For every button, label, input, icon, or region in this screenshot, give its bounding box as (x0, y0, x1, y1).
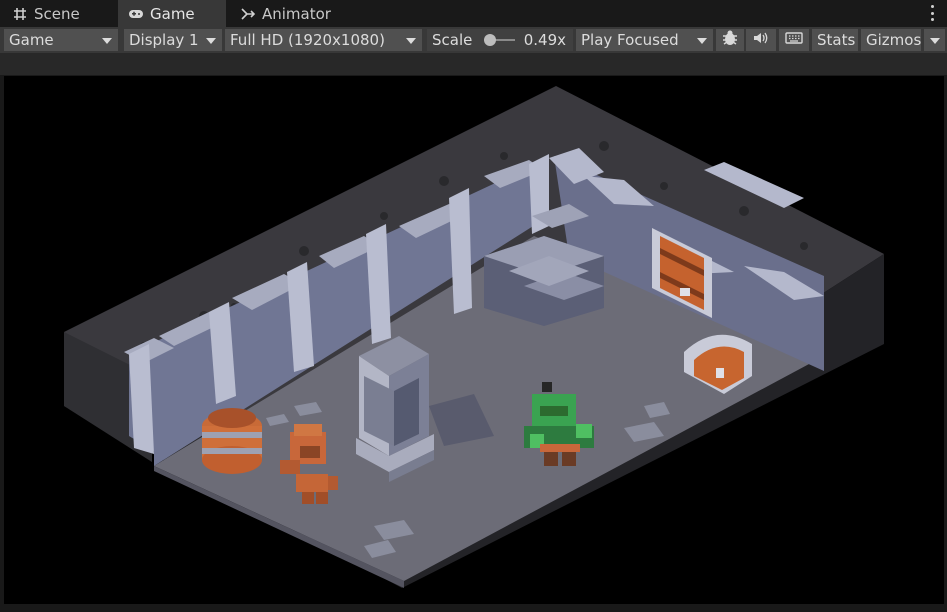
tab-animator-label: Animator (262, 4, 331, 23)
animator-icon (240, 6, 256, 22)
game-view-toolbar: Game Display 1 Full HD (1920x1080) Scale… (0, 27, 947, 53)
shortcuts-toggle[interactable] (779, 29, 809, 51)
scale-slider-thumb[interactable] (484, 34, 497, 46)
gizmos-button[interactable]: Gizmos (861, 29, 921, 51)
wooden-barrel (202, 408, 262, 474)
gizmos-dropdown[interactable] (924, 29, 945, 51)
gamepad-icon (128, 6, 144, 22)
tab-scene-label: Scene (34, 4, 80, 23)
scale-control[interactable]: Scale 0.49x (427, 29, 573, 51)
tab-animator[interactable]: Animator (240, 0, 350, 27)
stats-button[interactable]: Stats (812, 29, 858, 51)
chevron-down-icon (406, 38, 416, 44)
debug-toggle[interactable] (716, 29, 744, 51)
display-select[interactable]: Display 1 (124, 29, 222, 51)
speaker-icon (752, 30, 770, 50)
tab-scene[interactable]: Scene (12, 0, 112, 27)
view-select[interactable]: Game (4, 29, 118, 51)
chevron-down-icon (206, 38, 216, 44)
chevron-down-icon (102, 38, 112, 44)
bottom-border (0, 604, 947, 612)
game-render (64, 86, 884, 588)
scale-value: 0.49x (523, 31, 566, 49)
toolbar-divider-strip (0, 53, 947, 75)
keyboard-icon (785, 31, 803, 49)
play-mode-value: Play Focused (581, 31, 679, 49)
chevron-down-icon (930, 38, 940, 44)
editor-tab-bar: Scene Game Animator (0, 0, 947, 27)
stone-pillar (356, 336, 434, 482)
grid-icon (12, 6, 28, 22)
bug-icon (720, 29, 740, 51)
resolution-select[interactable]: Full HD (1920x1080) (225, 29, 422, 51)
chevron-down-icon (697, 38, 707, 44)
tab-game[interactable]: Game (118, 0, 226, 27)
game-viewport[interactable] (4, 76, 944, 604)
view-select-value: Game (9, 31, 54, 49)
scale-label: Scale (432, 31, 473, 49)
tab-game-label: Game (150, 4, 195, 23)
gizmos-label: Gizmos (866, 31, 921, 49)
stats-label: Stats (817, 31, 856, 49)
display-select-value: Display 1 (129, 31, 199, 49)
play-mode-select[interactable]: Play Focused (576, 29, 713, 51)
more-options-icon[interactable] (929, 5, 935, 21)
mute-audio-toggle[interactable] (746, 29, 776, 51)
resolution-select-value: Full HD (1920x1080) (230, 31, 385, 49)
